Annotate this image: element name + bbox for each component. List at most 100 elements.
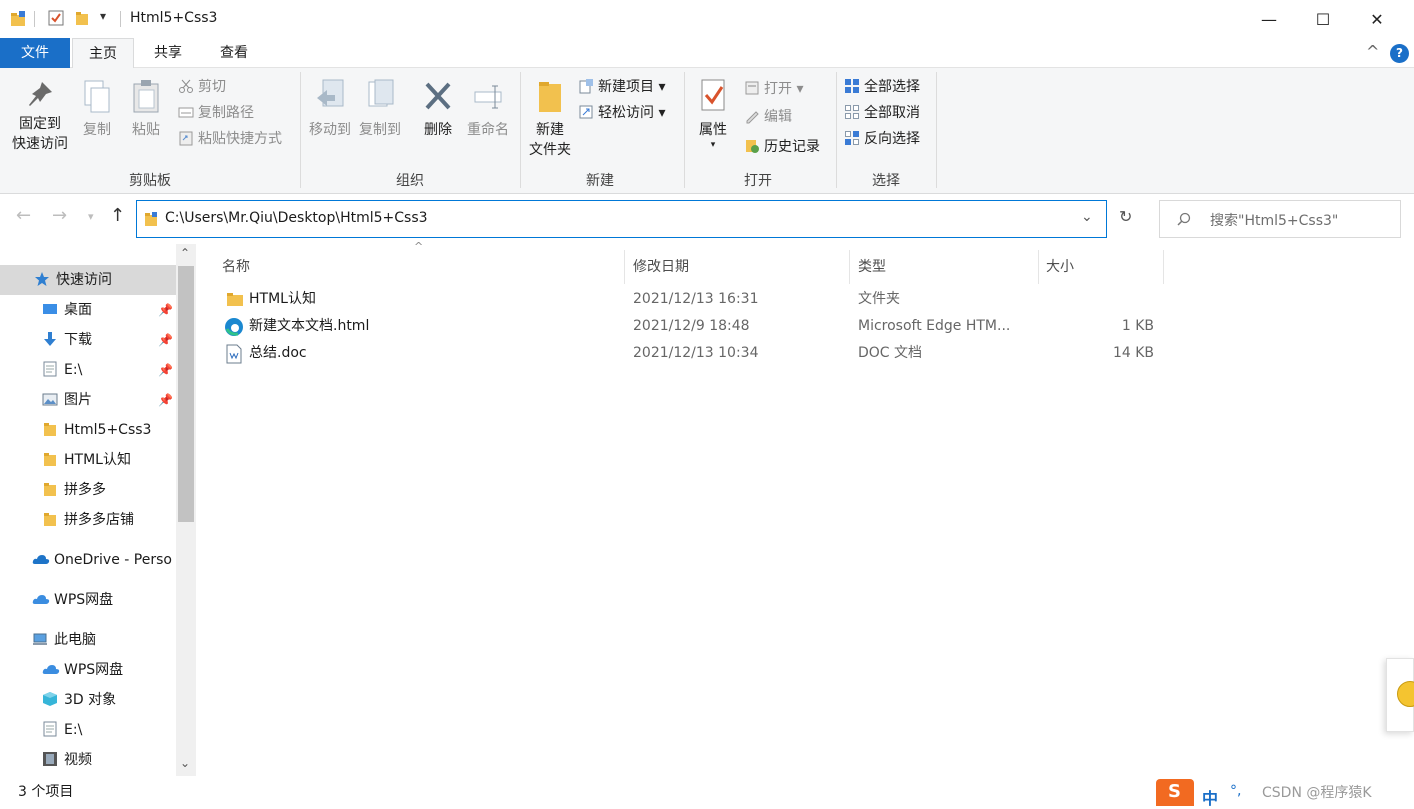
search-placeholder: 搜索"Html5+Css3" [1210,213,1339,229]
clipboard-group-label: 剪贴板 [129,173,171,189]
folder-icon [42,478,58,496]
tab-home[interactable]: 主页 [72,38,134,69]
tab-file[interactable]: 文件 [0,38,70,68]
pin-icon [29,82,52,106]
sidebar-item-html5-css3[interactable]: Html5+Css3 [42,415,176,445]
edit-button[interactable]: 编辑 [744,106,792,128]
ribbon-expand-icon[interactable]: ^ [1366,42,1379,61]
delete-button[interactable]: 删除 [416,78,460,140]
table-row[interactable]: 总结.doc 2021/12/13 10:34 DOC 文档 14 KB [208,340,1208,366]
select-all-button[interactable]: 全部选择 [844,76,920,98]
sidebar-item-label: WPS网盘 [54,592,114,608]
back-arrow-icon[interactable]: ← [16,205,31,226]
column-header-name[interactable]: 名称 [222,250,250,284]
forward-arrow-icon[interactable]: → [52,205,67,226]
sidebar-item-quick-access[interactable]: 快速访问 [34,265,174,295]
recent-locations-chevron-icon[interactable]: ▾ [88,210,94,223]
sidebar-item-pinduoduo-store[interactable]: 拼多多店铺 [42,505,176,535]
folder-app-icon [10,10,26,26]
search-box[interactable]: 搜索"Html5+Css3" [1159,200,1401,238]
new-folder-button[interactable]: 新建 文件夹 [524,78,576,160]
sidebar-item-e-drive-2[interactable]: E:\ [42,715,176,745]
new-folder-quick-icon[interactable] [74,10,90,26]
properties-button[interactable]: 属性 ▾ [690,78,736,150]
new-group-label: 新建 [586,173,614,189]
organize-group-label: 组织 [396,173,424,189]
sidebar-item-label: 下载 [64,332,92,348]
new-item-button[interactable]: 新建项目 ▾ [578,76,665,98]
open-icon [744,80,760,96]
pin-icon[interactable]: 📌 [158,363,173,377]
pin-icon[interactable]: 📌 [158,393,173,407]
up-arrow-icon[interactable]: ↑ [110,205,125,226]
video-icon [42,748,58,766]
column-header-type[interactable]: 类型 [858,250,886,284]
help-icon[interactable]: ? [1390,44,1409,63]
sidebar-item-onedrive[interactable]: OneDrive - Perso [32,545,176,575]
scroll-down-chevron-icon[interactable]: ⌄ [180,756,190,770]
floating-assistant-widget[interactable] [1386,658,1414,732]
select-all-label: 全部选择 [864,79,920,95]
sidebar-item-3d-objects[interactable]: 3D 对象 [42,685,176,715]
sidebar-item-wps-drive-2[interactable]: WPS网盘 [42,655,176,685]
sidebar-item-label: WPS网盘 [64,662,124,678]
address-bar[interactable]: C:\Users\Mr.Qiu\Desktop\Html5+Css3 ⌄ [136,200,1107,238]
easy-access-button[interactable]: 轻松访问 ▾ [578,102,665,124]
open-button[interactable]: 打开 ▾ [744,78,803,100]
scroll-up-chevron-icon[interactable]: ⌃ [180,246,190,260]
copy-button[interactable]: 复制 [78,78,116,140]
column-header-size[interactable]: 大小 [1046,250,1074,284]
ime-logo-icon[interactable]: S [1156,779,1194,806]
address-dropdown-chevron-icon[interactable]: ⌄ [1081,209,1093,225]
rename-button[interactable]: 重命名 [462,78,514,140]
title-bar: ▾ Html5+Css3 — ☐ ✕ [0,0,1414,38]
properties-quick-icon[interactable] [48,10,64,26]
paste-shortcut-label: 粘贴快捷方式 [198,131,282,147]
sidebar-item-pictures[interactable]: 图片 [42,385,158,415]
sidebar-item-this-pc[interactable]: 此电脑 [32,625,176,655]
sidebar-item-e-drive[interactable]: E:\ [42,355,158,385]
copy-to-button[interactable]: 复制到 [356,78,404,140]
table-row[interactable]: 新建文本文档.html 2021/12/9 18:48 Microsoft Ed… [208,313,1208,339]
maximize-button[interactable]: ☐ [1296,0,1350,38]
new-folder-label-2: 文件夹 [529,142,571,158]
sidebar-item-pinduoduo[interactable]: 拼多多 [42,475,176,505]
sidebar-item-label: 此电脑 [54,632,96,648]
sidebar-item-html-cognition[interactable]: HTML认知 [42,445,176,475]
table-row[interactable]: HTML认知 2021/12/13 16:31 文件夹 [208,286,1208,312]
onedrive-icon [32,548,50,564]
close-button[interactable]: ✕ [1350,0,1404,38]
open-group-label: 打开 [744,173,772,189]
pin-icon[interactable]: 📌 [158,333,173,347]
folder-icon [226,291,244,311]
ime-punctuation-icon[interactable]: °, [1230,783,1241,799]
column-header-modified[interactable]: 修改日期 [633,250,689,284]
minimize-button[interactable]: — [1242,0,1296,38]
quick-access-dropdown[interactable]: ▾ [100,9,106,23]
folder-icon [42,448,58,466]
file-list: ^ 名称 修改日期 类型 大小 HTML认知 2021/12/13 16:31 … [208,240,1414,776]
new-item-icon [578,78,594,94]
paste-button[interactable]: 粘贴 [126,78,166,140]
paste-shortcut-button[interactable]: 粘贴快捷方式 [178,128,282,150]
edit-label: 编辑 [764,109,792,125]
sidebar-item-desktop[interactable]: 桌面 [42,295,158,325]
sidebar-scrollbar[interactable]: ⌃ ⌄ [176,244,196,776]
invert-selection-button[interactable]: 反向选择 [844,128,920,150]
history-button[interactable]: 历史记录 [744,136,820,158]
file-name: 总结.doc [249,345,307,361]
ime-mode-label[interactable]: 中 [1202,785,1218,809]
sidebar-item-wps-drive[interactable]: WPS网盘 [32,585,176,615]
tab-view[interactable]: 查看 [206,38,262,68]
cut-button[interactable]: 剪切 [178,76,226,98]
tab-share[interactable]: 共享 [140,38,196,68]
sidebar-item-downloads[interactable]: 下载 [42,325,158,355]
copy-path-button[interactable]: 复制路径 [178,102,254,124]
sidebar-item-videos[interactable]: 视频 [42,745,176,775]
scrollbar-thumb[interactable] [178,266,194,522]
move-to-button[interactable]: 移动到 [306,78,354,140]
select-none-button[interactable]: 全部取消 [844,102,920,124]
refresh-icon[interactable]: ↻ [1119,207,1132,226]
pin-to-quick-access-button[interactable]: 固定到 快速访问 [6,78,74,154]
pin-icon[interactable]: 📌 [158,303,173,317]
